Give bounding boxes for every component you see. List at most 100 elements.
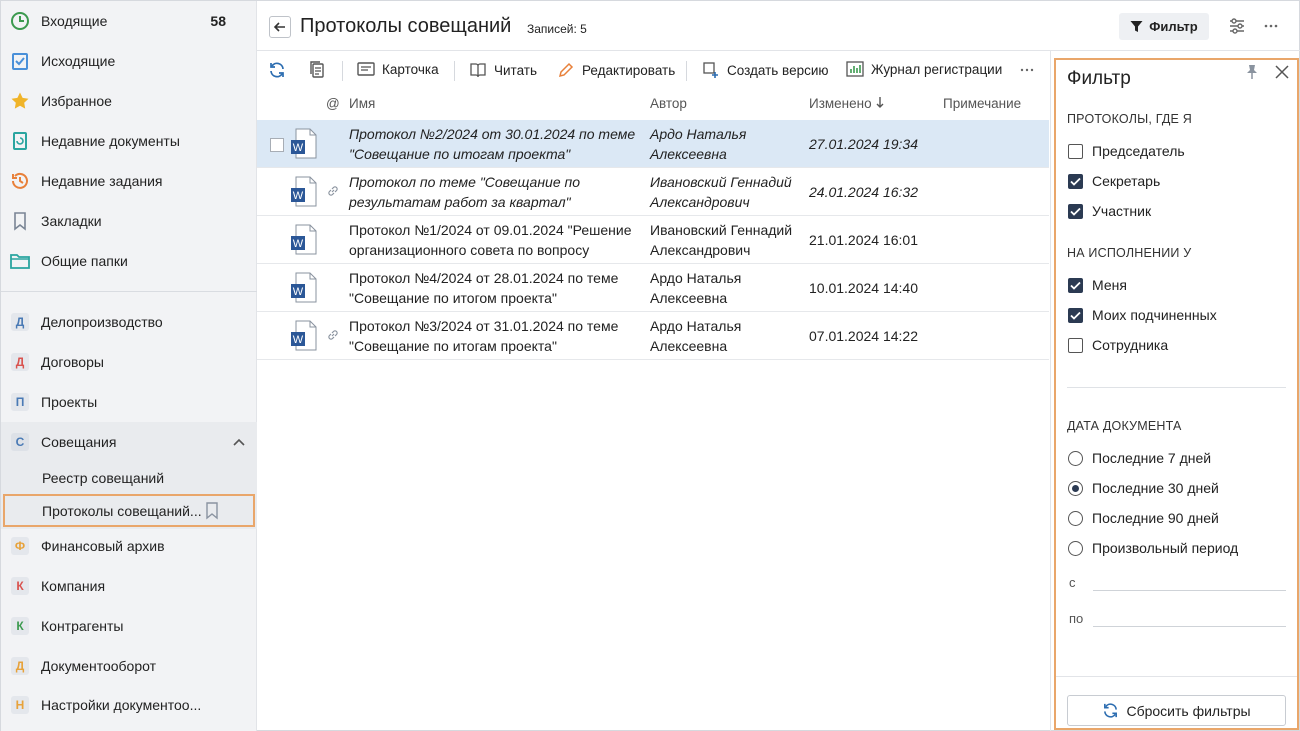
back-button[interactable] (269, 16, 291, 38)
filter-button[interactable]: Фильтр (1119, 13, 1209, 40)
row-name-line2: "Совещание по итогом проекта" (349, 290, 557, 306)
date-from-input[interactable] (1093, 590, 1286, 591)
filter-section-title: ДАТА ДОКУМЕНТА (1067, 419, 1182, 433)
column-header-attachment: @ (326, 96, 340, 111)
row-name-line1: Протокол №4/2024 от 28.01.2024 по теме (349, 270, 619, 286)
radio-label: Последние 30 дней (1092, 480, 1219, 496)
sidebar-module-projects[interactable]: П Проекты (1, 382, 257, 422)
chevron-up-icon[interactable] (232, 435, 246, 452)
registration-journal-button[interactable]: Журнал регистрации (846, 61, 1002, 77)
checkbox-label: Моих подчиненных (1092, 307, 1217, 323)
table-row[interactable]: W Протокол №4/2024 от 28.01.2024 по теме… (257, 264, 1049, 312)
document-history-icon (10, 131, 30, 151)
sidebar-item-bookmarks[interactable]: Закладки (1, 201, 257, 241)
sidebar-item-label: Общие папки (41, 253, 128, 269)
row-author-line2: Алексеевна (650, 290, 728, 306)
sidebar-module-records[interactable]: Д Делопроизводство (1, 302, 257, 342)
toolbar-more-icon[interactable] (1019, 62, 1035, 78)
bookmark-icon (10, 211, 30, 231)
filter-section-title: НА ИСПОЛНЕНИИ У (1067, 246, 1192, 260)
refresh-icon (1104, 703, 1118, 718)
funnel-icon (1130, 21, 1143, 32)
clock-icon (10, 11, 30, 31)
checkbox-chairman[interactable] (1068, 144, 1083, 159)
column-header-label: Изменено (809, 96, 872, 111)
sidebar-module-document-flow[interactable]: Д Документооборот (1, 646, 257, 686)
radio-custom-period[interactable] (1068, 541, 1083, 556)
sidebar-module-meetings[interactable]: С Совещания (1, 422, 257, 462)
checkbox-secretary[interactable] (1068, 174, 1083, 189)
sidebar-item-label: Исходящие (41, 53, 116, 69)
sidebar-item-shared-folders[interactable]: Общие папки (1, 241, 257, 281)
record-count: Записей: 5 (527, 22, 587, 36)
refresh-button[interactable] (268, 61, 286, 79)
sidebar-item-recent-documents[interactable]: Недавние документы (1, 121, 257, 161)
column-header-note[interactable]: Примечание (943, 96, 1021, 111)
checkbox-label: Сотрудника (1092, 337, 1169, 353)
sidebar-module-company[interactable]: К Компания (1, 566, 257, 606)
pencil-icon (558, 62, 574, 78)
module-letter-icon: Н (11, 696, 29, 714)
folder-icon (10, 251, 30, 271)
table-row[interactable]: W Протокол №1/2024 от 09.01.2024 "Решени… (257, 216, 1049, 264)
more-options-icon[interactable] (1262, 17, 1280, 35)
clipboard-check-icon (10, 51, 30, 71)
checkbox-employee[interactable] (1068, 338, 1083, 353)
copy-button[interactable] (308, 61, 326, 79)
date-to-input[interactable] (1093, 626, 1286, 627)
bookmark-icon[interactable] (204, 502, 220, 523)
column-header-name[interactable]: Имя (349, 96, 375, 111)
star-icon (10, 91, 30, 111)
row-name-line2: "Совещание по итогам проекта" (349, 338, 557, 354)
radio-label: Последние 90 дней (1092, 510, 1219, 526)
journal-chart-icon (846, 61, 864, 77)
card-button[interactable]: Карточка (357, 61, 439, 77)
sidebar-module-counterparties[interactable]: К Контрагенты (1, 606, 257, 646)
arrow-left-icon (273, 22, 285, 32)
word-document-icon: W (291, 272, 317, 303)
word-document-icon: W (291, 224, 317, 255)
sidebar-subitem-protocols[interactable]: Протоколы совещаний... (3, 494, 255, 527)
read-button[interactable]: Читать (469, 61, 537, 79)
new-version-icon (703, 62, 718, 78)
radio-last-7-days[interactable] (1068, 451, 1083, 466)
row-author-line2: Алексеевна (650, 338, 728, 354)
reset-filters-button[interactable]: Сбросить фильтры (1067, 695, 1286, 726)
row-name-line1: Протокол №1/2024 от 09.01.2024 "Решение (349, 222, 632, 238)
sidebar-item-inbox[interactable]: Входящие 58 (1, 1, 257, 41)
close-icon[interactable] (1275, 65, 1289, 82)
card-button-label: Карточка (382, 61, 439, 77)
table-row[interactable]: W Протокол по теме "Совещание по результ… (257, 168, 1049, 216)
svg-text:W: W (293, 238, 304, 250)
table-row[interactable]: W Протокол №3/2024 от 31.01.2024 по теме… (257, 312, 1049, 360)
checkbox-me[interactable] (1068, 278, 1083, 293)
column-header-modified[interactable]: Изменено (809, 96, 885, 111)
row-checkbox[interactable] (270, 138, 284, 152)
pin-icon[interactable] (1245, 64, 1259, 83)
radio-last-30-days[interactable] (1068, 481, 1083, 496)
sidebar-item-favorites[interactable]: Избранное (1, 81, 257, 121)
settings-sliders-icon[interactable] (1228, 17, 1246, 35)
page-header: Протоколы совещаний Записей: 5 Фильтр (257, 1, 1300, 51)
row-author-line1: Ивановский Геннадий (650, 222, 793, 238)
create-version-button[interactable]: Создать версию (702, 61, 829, 79)
sidebar-item-recent-tasks[interactable]: Недавние задания (1, 161, 257, 201)
radio-last-90-days[interactable] (1068, 511, 1083, 526)
sidebar-item-outgoing[interactable]: Исходящие (1, 41, 257, 81)
row-author-line1: Ардо Наталья (650, 318, 742, 334)
table-row[interactable]: W Протокол №2/2024 от 30.01.2024 по теме… (257, 120, 1049, 168)
checkmark-icon (1070, 311, 1081, 320)
sidebar-module-settings[interactable]: Н Настройки документоо... (1, 685, 257, 725)
checkbox-participant[interactable] (1068, 204, 1083, 219)
sidebar-module-finance-archive[interactable]: Ф Финансовый архив (1, 526, 257, 566)
row-name-line1: Протокол №2/2024 от 30.01.2024 по теме (349, 126, 636, 142)
column-header-author[interactable]: Автор (650, 96, 687, 111)
edit-button[interactable]: Редактировать (557, 61, 675, 79)
sidebar-module-contracts[interactable]: Д Договоры (1, 342, 257, 382)
checkbox-subordinates[interactable] (1068, 308, 1083, 323)
sidebar-subitem-meetings-registry[interactable]: Реестр совещаний (42, 470, 164, 486)
edit-button-label: Редактировать (582, 62, 676, 78)
row-author-line2: Александрович (650, 242, 751, 258)
sidebar-item-label: Договоры (41, 354, 104, 370)
row-modified: 27.01.2024 19:34 (809, 136, 918, 152)
